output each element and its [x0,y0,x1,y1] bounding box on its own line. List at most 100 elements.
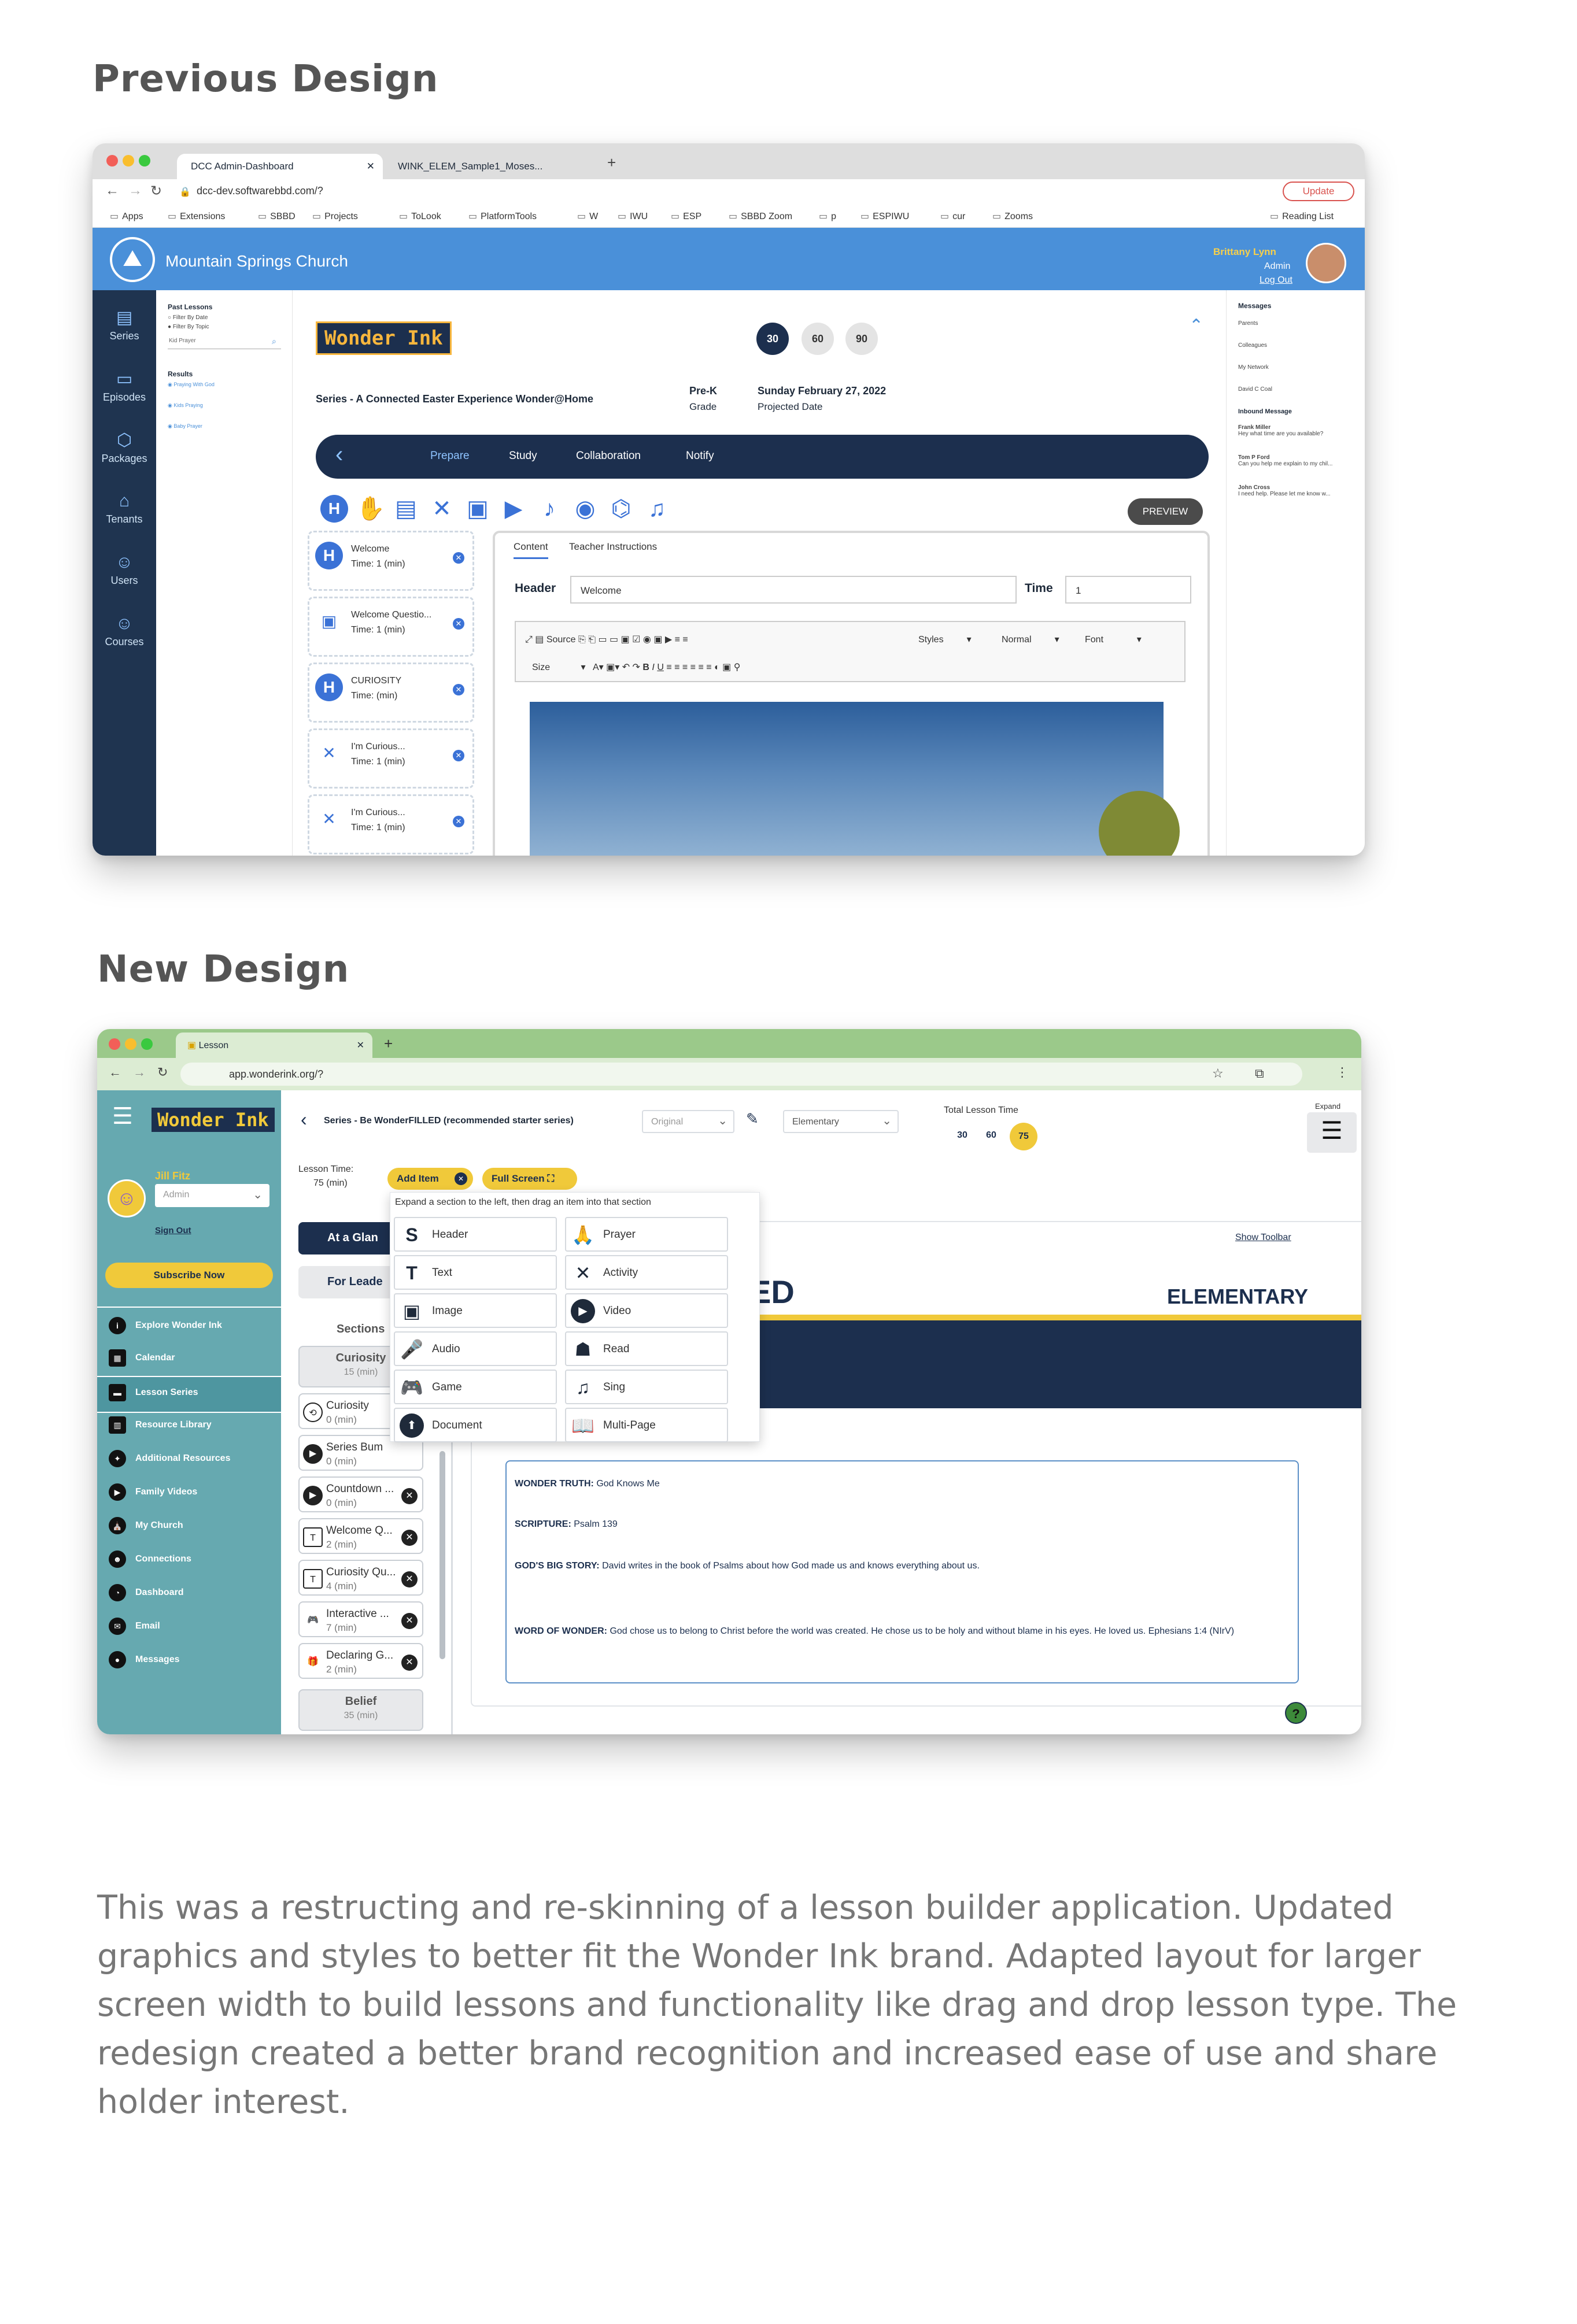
sidebar-item-connections[interactable]: ☻ Connections [109,1550,191,1568]
window-minimize-dot[interactable] [125,1038,136,1050]
tab-teacher-instructions[interactable]: Teacher Instructions [569,541,657,553]
sidebar-item-email[interactable]: ✉ Email [109,1618,160,1635]
browser-tab[interactable]: WINK_ELEM_Sample1_Moses... [384,154,592,179]
lesson-card[interactable]: ✕ I'm Curious... Time: 1 (min) ✕ [308,728,474,789]
remove-icon[interactable]: ✕ [453,684,464,695]
sign-out-link[interactable]: Sign Out [155,1226,191,1235]
forward-icon[interactable]: → [128,183,142,199]
lesson-card[interactable]: ✕ I'm Curious... Time: 1 (min) ✕ [308,794,474,854]
bookmark[interactable]: Projects [312,210,358,222]
role-select[interactable]: Admin ⌄ [155,1184,269,1207]
item-type-read[interactable]: ☗ Read [565,1331,728,1366]
prayer-tool-icon[interactable]: ✋ [356,495,385,523]
tab-prepare[interactable]: Prepare [430,450,470,462]
nav-item-packages[interactable]: ⬡ Packages [93,430,156,465]
section-item[interactable]: 🎮 Interactive ... 7 (min) ✕ [298,1601,423,1637]
document-tool-icon[interactable]: ▤ [392,495,420,523]
remove-icon[interactable]: ✕ [401,1530,418,1546]
section-item[interactable]: 🎁 Declaring G... 2 (min) ✕ [298,1643,423,1679]
message-group-contact[interactable]: David C Coal [1238,386,1272,393]
window-minimize-dot[interactable] [123,155,134,166]
back-icon[interactable]: ← [109,1065,121,1080]
bookmark[interactable]: SBBD Zoom [729,210,792,222]
bookmark[interactable]: IWU [618,210,648,222]
help-button[interactable]: ? [1285,1702,1307,1724]
forward-icon[interactable]: → [133,1065,146,1080]
close-icon[interactable]: ✕ [367,161,375,172]
lesson-card[interactable]: H CURIOSITY Time: (min) ✕ [308,663,474,723]
remove-icon[interactable]: ✕ [453,750,464,761]
window-close-dot[interactable] [106,155,118,166]
section-item[interactable]: ▶ Countdown ... 0 (min) ✕ [298,1476,423,1512]
item-type-game[interactable]: 🎮 Game [394,1370,557,1404]
format-select[interactable]: Normal ▾ [1002,634,1059,645]
hamburger-menu-icon[interactable]: ☰ [112,1103,133,1130]
message-group-parents[interactable]: Parents [1238,320,1258,327]
inbound-message-item[interactable]: Frank Miller Hey what time are you availa… [1238,424,1323,437]
window-close-dot[interactable] [109,1038,120,1050]
bookmark[interactable]: SBBD [258,210,296,222]
item-type-image[interactable]: ▣ Image [394,1293,557,1328]
remove-icon[interactable]: ✕ [453,552,464,564]
section-item[interactable]: T Curiosity Qu... 4 (min) ✕ [298,1560,423,1596]
back-chevron-icon[interactable]: ‹ [301,1109,307,1130]
add-item-button[interactable]: Add Item ✕ [387,1168,473,1190]
back-icon[interactable]: ← [105,183,119,199]
menu-dots-icon[interactable]: ⋮ [1336,1065,1349,1080]
size-select[interactable]: Size ▾ A▾ ▣▾ ↶ ↷ B I U ≡ ≡ ≡ ≡ ≡ ≡ ◐ ▣ ⚲ [532,661,740,673]
item-type-multi-page[interactable]: 📖 Multi-Page [565,1408,728,1442]
read-tool-icon[interactable]: ◉ [571,495,599,523]
new-tab-icon[interactable]: + [384,1035,393,1053]
sidebar-item-family-videos[interactable]: ▶ Family Videos [109,1483,197,1501]
sidebar-item-calendar[interactable]: ▦ Calendar [109,1349,175,1367]
browser-tab-active[interactable]: ▣ Lesson ✕ [176,1033,372,1058]
item-type-header[interactable]: S Header [394,1217,557,1252]
collapse-chevron-icon[interactable]: ⌃ [1189,316,1203,336]
filter-by-date-radio[interactable]: ○ Filter By Date [168,314,208,321]
time-option-90[interactable]: 90 [845,323,878,355]
at-a-glance-button[interactable]: At a Glan [298,1222,391,1254]
lesson-card[interactable]: H Welcome Time: 1 (min) ✕ [308,531,474,591]
back-chevron-icon[interactable]: ‹ [335,442,343,468]
time-input[interactable]: 1 [1065,576,1191,604]
url-text[interactable]: app.wonderink.org/? [229,1068,323,1080]
time-option-60[interactable]: 60 [978,1123,1004,1148]
close-icon[interactable]: ✕ [455,1172,467,1185]
remove-icon[interactable]: ✕ [401,1488,418,1504]
nav-item-tenants[interactable]: ⌂ Tenants [93,491,156,526]
tab-content[interactable]: Content [514,541,548,559]
update-button[interactable]: Update [1283,182,1354,201]
tab-study[interactable]: Study [509,450,537,462]
subscribe-button[interactable]: Subscribe Now [105,1263,273,1288]
close-icon[interactable]: ✕ [357,1039,364,1051]
time-option-30[interactable]: 30 [950,1123,975,1148]
item-type-prayer[interactable]: 🙏 Prayer [565,1217,728,1252]
preview-button[interactable]: PREVIEW [1128,498,1203,525]
show-toolbar-link[interactable]: Show Toolbar [1235,1233,1291,1243]
time-option-60[interactable]: 60 [802,323,834,355]
time-option-30[interactable]: 30 [756,323,789,355]
sidebar-item-additional-resources[interactable]: ✦ Additional Resources [109,1450,230,1467]
sing-tool-icon[interactable]: ♫ [643,495,671,523]
item-type-text[interactable]: T Text [394,1255,557,1290]
lesson-card[interactable]: ▣ Welcome Questio... Time: 1 (min) ✕ [308,597,474,657]
result-item[interactable]: ◉ Praying With God [168,382,215,388]
user-avatar[interactable]: ☺ [108,1179,146,1217]
search-input[interactable]: Kid Prayer [168,335,281,349]
remove-icon[interactable]: ✕ [401,1613,418,1629]
avatar[interactable] [1306,243,1346,283]
grade-select[interactable]: Elementary ⌄ [783,1110,899,1133]
result-item[interactable]: ◉ Kids Praying [168,402,203,409]
bookmark[interactable]: ESPIWU [860,210,909,222]
sidebar-item-lesson-series[interactable]: ▬ Lesson Series [109,1384,198,1401]
window-zoom-dot[interactable] [141,1038,153,1050]
section-list-scrollbar[interactable] [440,1451,445,1659]
activity-tool-icon[interactable]: ✕ [428,495,456,523]
sidebar-item-my-church[interactable]: ⛪ My Church [109,1517,183,1534]
remove-icon[interactable]: ✕ [453,816,464,827]
message-group-network[interactable]: My Network [1238,364,1269,371]
item-type-document[interactable]: ⬆ Document [394,1408,557,1442]
font-select[interactable]: Font ▾ [1085,634,1142,645]
bookmark[interactable]: ESP [671,210,701,222]
reload-icon[interactable]: ↻ [150,183,162,199]
